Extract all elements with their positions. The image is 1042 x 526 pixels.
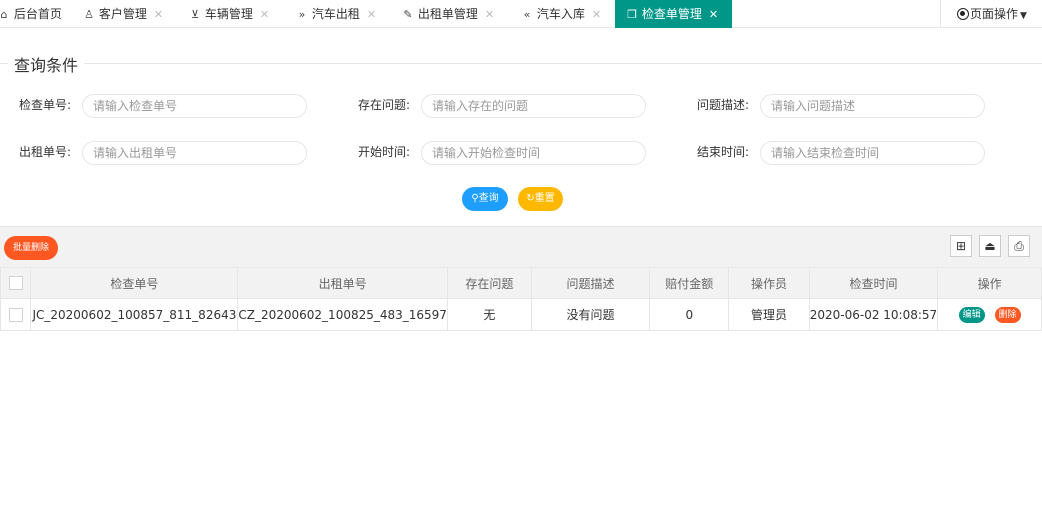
actions-cell: 编辑 删除 <box>937 298 1042 331</box>
column-header[interactable]: 赔付金额 <box>649 267 730 299</box>
rent-no-cell: CZ_20200602_100825_483_16597 <box>237 298 448 331</box>
book-icon: ❒ <box>627 8 637 21</box>
problem-desc-label: 问题描述: <box>697 98 750 112</box>
data-table: 检查单号 出租单号 存在问题 问题描述 赔付金额 操作员 检查时间 操作 JC_… <box>0 267 1042 331</box>
radio-icon <box>957 8 969 20</box>
double-right-icon: » <box>298 8 306 21</box>
close-icon[interactable]: ✕ <box>485 8 494 21</box>
problem-input[interactable] <box>421 94 646 118</box>
close-icon[interactable]: ✕ <box>592 8 601 21</box>
row-checkbox[interactable] <box>8 307 23 322</box>
tab-home[interactable]: ⌂ 后台首页 <box>0 0 62 28</box>
search-button[interactable]: ⚲查询 <box>462 187 508 211</box>
row-select-cell <box>0 298 32 331</box>
cart-icon: ⊻ <box>190 8 200 21</box>
tab-bar: ⌂ 后台首页 ♙ 客户管理 ✕ ⊻ 车辆管理 ✕ » 汽车出租 ✕ ✎ 出租单管理 ✕ … <box>0 0 1042 28</box>
rent-no-label: 出租单号: <box>19 145 72 159</box>
tab-label: 后台首页 <box>13 7 62 21</box>
check-no-label: 检查单号: <box>19 98 72 112</box>
problem-desc-input[interactable] <box>760 94 985 118</box>
export-icon[interactable]: ⏏ <box>979 235 1001 257</box>
table-header-row: 检查单号 出租单号 存在问题 问题描述 赔付金额 操作员 检查时间 操作 <box>0 267 1042 299</box>
user-icon: ♙ <box>84 8 94 21</box>
double-left-icon: « <box>523 8 531 21</box>
column-header: 操作 <box>937 267 1042 299</box>
tab-check-order[interactable]: ❒ 检查单管理 ✕ <box>615 0 732 28</box>
end-time-label: 结束时间: <box>697 145 750 159</box>
table-toolbar: 批量删除 ⊞ ⏏ ⎙ <box>0 226 1042 267</box>
close-icon[interactable]: ✕ <box>154 8 163 21</box>
columns-icon[interactable]: ⊞ <box>950 235 972 257</box>
refresh-icon: ↻ <box>526 193 535 204</box>
select-all-checkbox[interactable] <box>8 276 23 291</box>
tab-label: 汽车入库 <box>536 7 585 21</box>
column-header[interactable]: 问题描述 <box>530 267 651 299</box>
fieldset-border <box>0 63 1042 64</box>
tab-customer[interactable]: ♙ 客户管理 ✕ <box>83 0 163 28</box>
end-time-input[interactable] <box>760 141 985 165</box>
operator-cell: 管理员 <box>728 298 810 331</box>
check-no-cell: JC_20200602_100857_811_82643 <box>30 298 239 331</box>
tab-label: 客户管理 <box>98 7 147 21</box>
print-icon[interactable]: ⎙ <box>1008 235 1030 257</box>
problem-desc-cell: 没有问题 <box>530 298 651 331</box>
close-icon[interactable]: ✕ <box>260 8 269 21</box>
tab-label: 出租单管理 <box>417 7 478 21</box>
tab-rent-order[interactable]: ✎ 出租单管理 ✕ <box>402 0 494 28</box>
tab-label: 汽车出租 <box>311 7 360 21</box>
search-icon: ⚲ <box>471 193 479 204</box>
select-all-cell <box>0 267 32 299</box>
column-header[interactable]: 出租单号 <box>237 267 448 299</box>
reset-button-label: 重置 <box>534 193 555 204</box>
page-operations-menu[interactable]: 页面操作 ▼ <box>940 0 1042 28</box>
close-icon[interactable]: ✕ <box>709 8 718 21</box>
tab-vehicle[interactable]: ⊻ 车辆管理 ✕ <box>189 0 269 28</box>
problem-cell: 无 <box>446 298 532 331</box>
edit-button[interactable]: 编辑 <box>958 306 985 323</box>
close-icon[interactable]: ✕ <box>367 8 376 21</box>
column-header[interactable]: 检查单号 <box>30 267 239 299</box>
check-no-input[interactable] <box>82 94 307 118</box>
query-legend: 查询条件 <box>8 52 85 76</box>
tab-label: 车辆管理 <box>204 7 253 21</box>
tab-label: 检查单管理 <box>641 7 702 21</box>
page-ops-label: 页面操作 <box>970 7 1019 21</box>
column-header[interactable]: 存在问题 <box>446 267 532 299</box>
start-time-label: 开始时间: <box>358 145 411 159</box>
tab-rent-car[interactable]: » 汽车出租 ✕ <box>296 0 376 28</box>
home-icon: ⌂ <box>0 8 8 21</box>
check-time-cell: 2020-06-02 10:08:57 <box>808 298 939 331</box>
reset-button[interactable]: ↻重置 <box>518 187 563 211</box>
pay-money-cell: 0 <box>649 298 730 331</box>
column-header[interactable]: 操作员 <box>728 267 810 299</box>
column-header[interactable]: 检查时间 <box>808 267 939 299</box>
rent-no-input[interactable] <box>82 141 307 165</box>
search-button-label: 查询 <box>478 193 499 204</box>
start-time-input[interactable] <box>421 141 646 165</box>
form-icon: ✎ <box>403 8 413 21</box>
tab-car-return[interactable]: « 汽车入库 ✕ <box>521 0 601 28</box>
caret-down-icon: ▼ <box>1020 11 1027 21</box>
delete-button[interactable]: 删除 <box>994 306 1021 323</box>
table-row: JC_20200602_100857_811_82643 CZ_20200602… <box>0 298 1042 331</box>
problem-label: 存在问题: <box>358 98 411 112</box>
batch-delete-button[interactable]: 批量删除 <box>4 236 58 260</box>
